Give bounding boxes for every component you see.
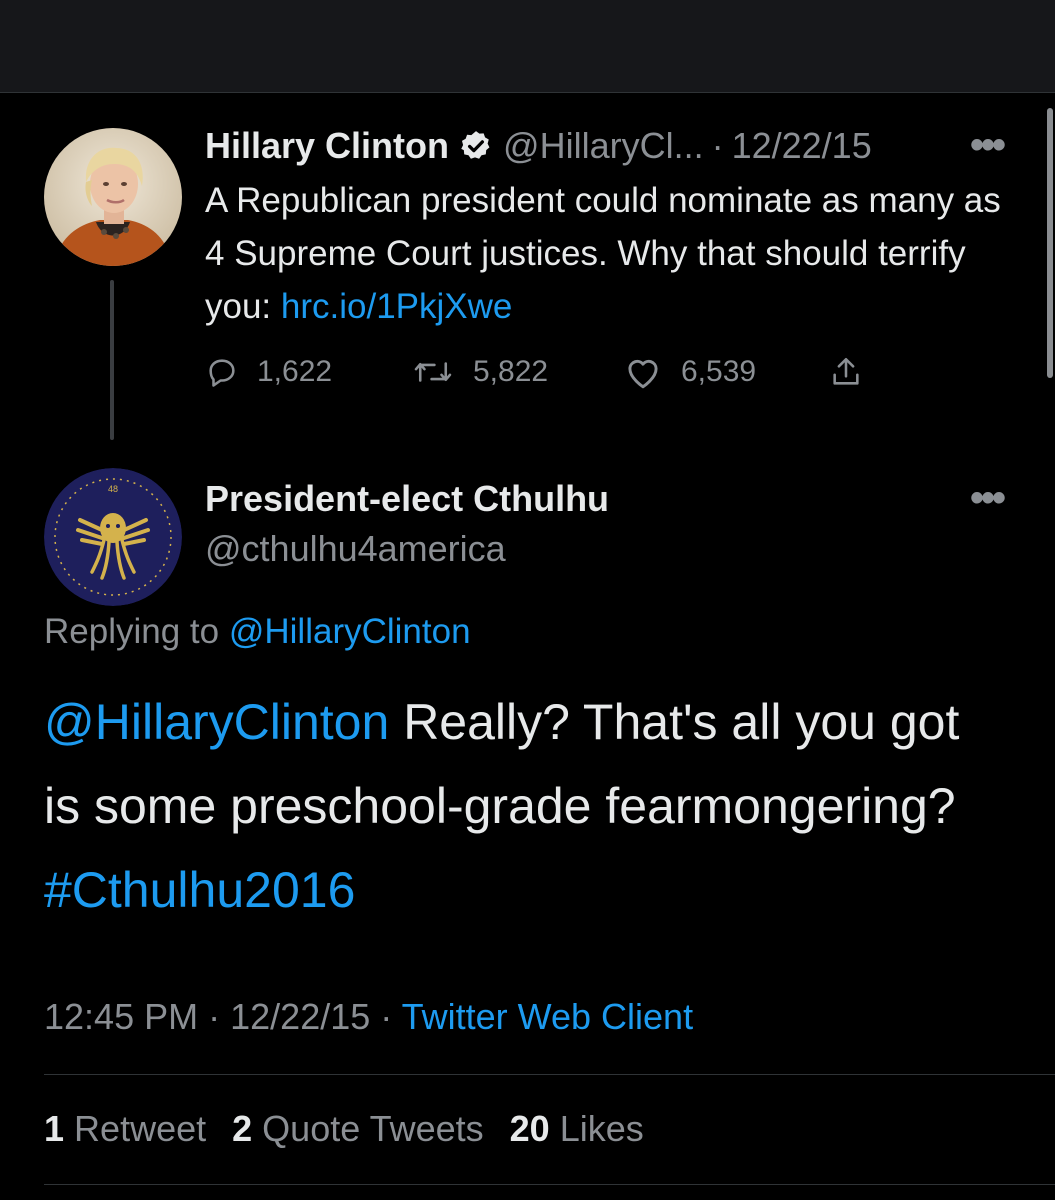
share-icon (833, 357, 859, 385)
retweet-count: 5,822 (473, 355, 549, 388)
tweet1-link[interactable]: hrc.io/1PkjXwe (281, 287, 512, 326)
quote-tweets-stat[interactable]: 2 Quote Tweets (232, 1108, 484, 1150)
more-icon[interactable]: ••• (970, 125, 1006, 165)
cthulhu-avatar-image: 48 (44, 468, 182, 606)
tweet2-date[interactable]: 12/22/15 (230, 996, 370, 1037)
tweet2-stats: 1 Retweet 2 Quote Tweets 20 Likes (44, 1108, 670, 1150)
tweet1-handle[interactable]: @HillaryCl... (503, 125, 704, 167)
avatar-badge-number: 48 (108, 484, 118, 494)
tweet1-header-separator: · (711, 125, 724, 166)
tweet1-action-bar: 1,622 5,822 6,539 (205, 348, 881, 396)
retweets-stat[interactable]: 1 Retweet (44, 1108, 206, 1150)
tweet1-header: Hillary Clinton @HillaryCl... · 12/22/15 (205, 124, 872, 168)
share-button[interactable] (829, 354, 881, 390)
tweet2-more-icon[interactable]: ••• (970, 478, 1006, 518)
tweet2-text: @HillaryClinton Really? That's all you g… (44, 680, 1004, 932)
retweet-button[interactable]: 5,822 (411, 355, 623, 389)
tweet2-client[interactable]: Twitter Web Client (402, 996, 693, 1037)
retweets-stat-count: 1 (44, 1108, 65, 1149)
replying-to-prefix: Replying to (44, 612, 220, 651)
retweet-icon (414, 362, 452, 382)
replying-to-handle[interactable]: @HillaryClinton (229, 612, 471, 651)
tweet2-hashtag[interactable]: #Cthulhu2016 (44, 862, 355, 918)
like-button[interactable]: 6,539 (623, 354, 829, 390)
replying-to-line: Replying to @HillaryClinton (44, 612, 471, 652)
tweet2-metadata: 12:45 PM · 12/22/15 · Twitter Web Client (44, 996, 693, 1038)
tweet1-author-name[interactable]: Hillary Clinton (205, 125, 449, 167)
tweet2-author-name[interactable]: President-elect Cthulhu (205, 478, 609, 520)
meta-separator-2: · (380, 996, 393, 1037)
like-icon (628, 359, 658, 389)
hillary-avatar-image (44, 128, 182, 266)
reply-count: 1,622 (257, 355, 333, 388)
likes-stat[interactable]: 20 Likes (510, 1108, 644, 1150)
tweet1-date[interactable]: 12/22/15 (732, 125, 872, 167)
scrollbar-thumb[interactable] (1047, 108, 1053, 378)
like-count: 6,539 (681, 355, 757, 388)
thread-connector-line (110, 280, 114, 440)
tweet1-text: A Republican president could nominate as… (205, 174, 1005, 333)
quote-tweets-stat-label: Quote Tweets (262, 1108, 484, 1149)
likes-stat-count: 20 (509, 1108, 550, 1149)
likes-stat-label: Likes (559, 1108, 644, 1149)
tweet2-time[interactable]: 12:45 PM (44, 996, 198, 1037)
divider-bottom (44, 1184, 1055, 1185)
tweet2-mention[interactable]: @HillaryClinton (44, 694, 389, 750)
top-bar (0, 0, 1055, 93)
quote-tweets-stat-count: 2 (232, 1108, 253, 1149)
divider-top (44, 1074, 1055, 1075)
meta-separator-1: · (208, 996, 221, 1037)
tweet2-handle[interactable]: @cthulhu4america (205, 528, 506, 570)
retweets-stat-label: Retweet (74, 1108, 207, 1149)
reply-icon (209, 359, 235, 387)
reply-button[interactable]: 1,622 (205, 355, 411, 389)
cthulhu-avatar[interactable]: 48 (44, 468, 182, 606)
twitter-thread-page: Hillary Clinton @HillaryCl... · 12/22/15… (0, 0, 1055, 1200)
verified-badge-icon (459, 129, 493, 163)
hillary-avatar[interactable] (44, 128, 182, 266)
